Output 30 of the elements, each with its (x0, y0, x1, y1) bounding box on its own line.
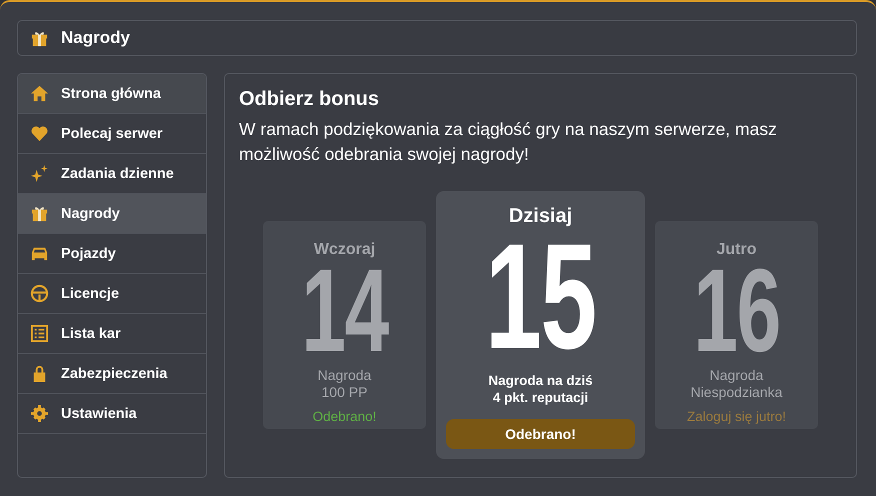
home-icon (30, 84, 49, 103)
claimed-button[interactable]: Odebrano! (446, 419, 635, 449)
sidebar-item[interactable]: Ustawienia (18, 394, 206, 434)
heart-icon (30, 124, 49, 143)
sidebar-item[interactable]: Licencje (18, 274, 206, 314)
reward-text: Nagroda na dziś 4 pkt. reputacji (488, 372, 593, 406)
section-title: Odbierz bonus (239, 88, 380, 111)
day-label: Jutro (716, 241, 756, 259)
page-title: Nagrody (61, 28, 130, 48)
status-text: Zaloguj się jutro! (686, 409, 786, 424)
sidebar-item[interactable]: Nagrody (18, 194, 206, 234)
sidebar-item[interactable]: Lista kar (18, 314, 206, 354)
reward-text: Nagroda 100 PP (318, 367, 372, 401)
sidebar-item[interactable]: Strona główna (18, 74, 206, 114)
sidebar-item[interactable]: Zabezpieczenia (18, 354, 206, 394)
sidebar-item[interactable]: Polecaj serwer (18, 114, 206, 154)
sparkle-icon (30, 164, 49, 183)
day-label: Wczoraj (314, 241, 376, 259)
list-icon (30, 324, 49, 343)
gift-icon (30, 204, 49, 223)
day-number: 14 (301, 259, 388, 363)
day-label: Dzisiaj (508, 205, 572, 228)
day-number: 15 (485, 228, 596, 364)
settings-icon (30, 404, 49, 423)
status-text: Odebrano! (312, 409, 376, 424)
day-number: 16 (693, 259, 780, 363)
steering-wheel-icon (30, 284, 49, 303)
reward-text: Nagroda Niespodzianka (690, 367, 782, 401)
sidebar-item[interactable]: Pojazdy (18, 234, 206, 274)
description-text: W ramach podziękowania za ciągłość gry na naszym serwerze, masz możliwość odebrania swojej nagrody! (239, 118, 778, 166)
